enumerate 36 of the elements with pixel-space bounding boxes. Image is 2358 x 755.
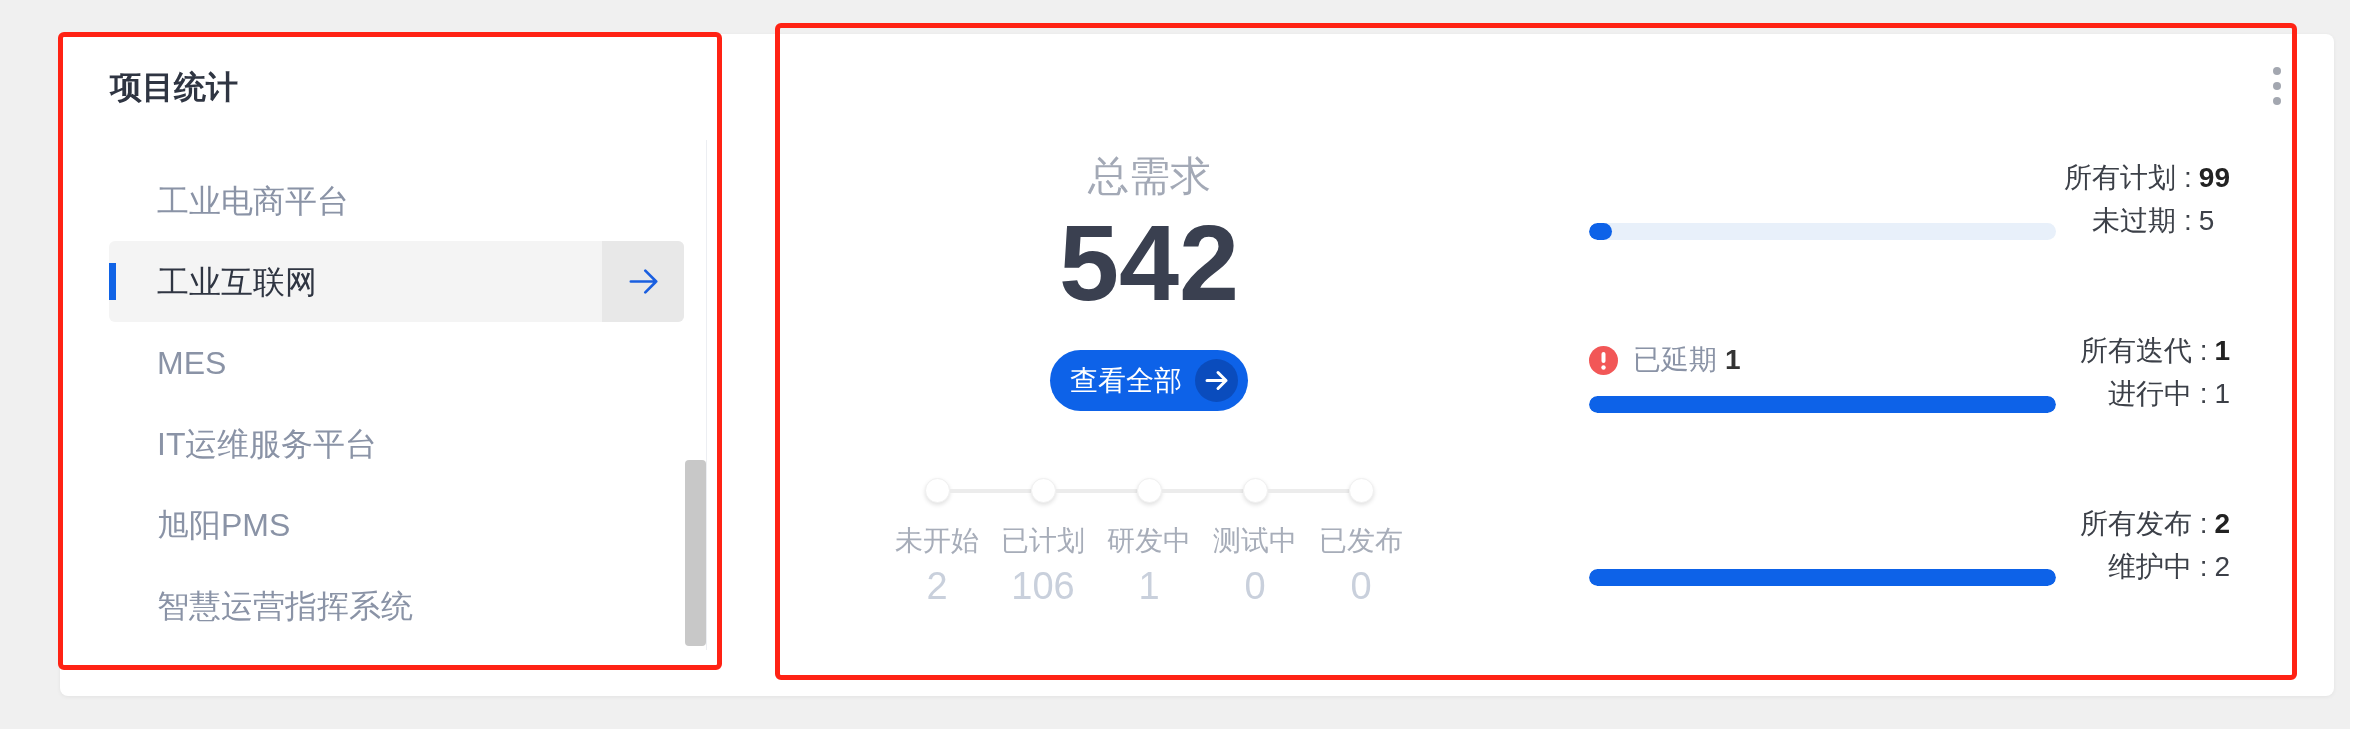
project-list-item[interactable]: 智慧运营指挥系统: [157, 585, 413, 626]
arrow-right-icon: [628, 267, 658, 296]
project-list-item[interactable]: 旭阳PMS: [157, 504, 291, 545]
scrollbar-thumb[interactable]: [685, 460, 706, 646]
total-label: 总需求: [1087, 152, 1211, 200]
alert-icon: [1589, 345, 1618, 375]
selection-indicator: [109, 263, 116, 300]
stage-label: 已发布: [1319, 525, 1403, 557]
metric-value: 1: [2214, 334, 2230, 368]
metric-value: 5: [2198, 204, 2215, 238]
stage-label: 研发中: [1107, 525, 1191, 557]
overdue-label: 已延期: [1633, 344, 1717, 376]
stage-label: 已计划: [1001, 525, 1085, 557]
arrow-right-icon: [1195, 359, 1238, 402]
metric-value: 1: [2214, 377, 2230, 411]
metric-value: 2: [2214, 550, 2230, 584]
stage-label: 测试中: [1213, 525, 1297, 557]
metric-value: 2: [2214, 507, 2230, 541]
overdue-count: 1: [1725, 344, 1741, 376]
project-list-item[interactable]: 工业电商平台: [157, 180, 349, 221]
project-list-item[interactable]: IT运维服务平台: [157, 423, 378, 464]
metric-label: 所有发布 :: [2079, 507, 2208, 541]
metric-label: 进行中 :: [2107, 377, 2208, 411]
metric-label: 所有计划 :: [2064, 161, 2192, 195]
stage-label: 未开始: [895, 525, 979, 557]
total-count: 542: [1058, 209, 1240, 317]
panel-title: 项目统计: [110, 69, 238, 105]
metric-label: 未过期 :: [2092, 204, 2192, 238]
metric-label: 所有迭代 :: [2079, 334, 2208, 368]
metric-label: 维护中 :: [2107, 550, 2208, 584]
more-icon[interactable]: [2273, 67, 2281, 105]
project-list-item[interactable]: 工业互联网: [109, 241, 684, 322]
metric-value: 99: [2198, 161, 2230, 195]
project-list-item[interactable]: MES: [157, 342, 227, 383]
view-all-button[interactable]: 查看全部: [1050, 350, 1248, 411]
go-button[interactable]: [602, 241, 684, 322]
